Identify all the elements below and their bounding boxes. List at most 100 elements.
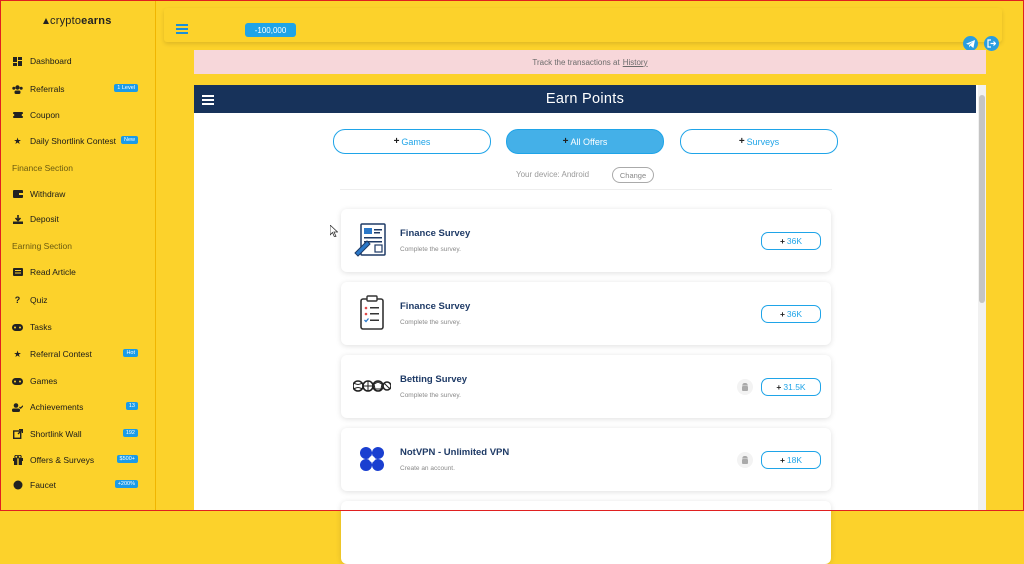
- divider: [340, 189, 832, 190]
- offer-description: Complete the survey.: [400, 319, 461, 326]
- offer-name: NotVPN - Unlimited VPN: [400, 447, 510, 458]
- logo-text-light: crypto: [50, 15, 82, 27]
- sidebar-item-faucet[interactable]: Faucet +200%: [12, 477, 152, 493]
- plus-icon: +: [779, 309, 785, 319]
- brand-logo[interactable]: cryptoearns: [43, 15, 112, 27]
- external-link-icon: [12, 429, 23, 440]
- scrollbar-thumb[interactable]: [979, 95, 985, 303]
- faucet-icon: [12, 480, 23, 491]
- notvpn-logo-icon: [353, 440, 391, 478]
- sidebar-item-read-article[interactable]: Read Article: [12, 264, 152, 280]
- badge: $500+: [116, 455, 138, 463]
- star-icon: ★: [13, 135, 22, 146]
- panel-title: Earn Points: [545, 91, 625, 107]
- tab-label: Surveys: [746, 136, 780, 147]
- badge: New: [120, 136, 138, 144]
- sidebar-item-referrals[interactable]: Referrals 1 Level: [12, 81, 152, 97]
- earn-points-panel: Earn Points + Games + All Offers + Surveys …: [194, 85, 986, 564]
- plus-icon: +: [393, 136, 400, 147]
- sidebar-item-offers-surveys[interactable]: Offers & Surveys $500+: [12, 452, 152, 468]
- offer-points-button[interactable]: +18K: [761, 451, 821, 469]
- sidebar-item-quiz[interactable]: ? Quiz: [12, 292, 152, 308]
- coupon-icon: [12, 110, 23, 121]
- offer-points-button[interactable]: +31.5K: [761, 378, 821, 396]
- user-check-icon: [12, 402, 23, 413]
- badge: 192: [122, 429, 138, 437]
- sidebar-item-dashboard[interactable]: Dashboard: [12, 53, 152, 69]
- tab-surveys[interactable]: + Surveys: [680, 129, 838, 154]
- tab-games[interactable]: + Games: [333, 129, 491, 154]
- sidebar-item-achievements[interactable]: Achievements 13: [12, 399, 152, 415]
- sidebar-item-daily-shortlink-contest[interactable]: ★ Daily Shortlink Contest New: [12, 133, 152, 149]
- badge: 1 Level: [114, 84, 138, 92]
- sports-balls-icon: [352, 367, 392, 405]
- sidebar-item-label: Faucet: [30, 480, 56, 490]
- offer-card[interactable]: NotVPN - Unlimited VPN Create an account…: [341, 428, 831, 491]
- device-text: Your device: Android: [516, 170, 590, 179]
- section-title-earning: Earning Section: [12, 241, 73, 251]
- android-icon: [737, 452, 753, 468]
- sidebar-item-label: Shortlink Wall: [30, 429, 82, 439]
- users-icon: [12, 84, 23, 95]
- offer-card[interactable]: Betting Survey Complete the survey. +31.…: [341, 355, 831, 418]
- sidebar-item-label: Deposit: [30, 214, 59, 224]
- logout-icon[interactable]: [984, 36, 999, 51]
- offer-description: Create an account.: [400, 465, 455, 472]
- offer-points: 18K: [786, 455, 803, 465]
- tab-all-offers[interactable]: + All Offers: [506, 129, 664, 154]
- sidebar-item-label: Read Article: [30, 267, 76, 277]
- menu-toggle-icon[interactable]: [176, 24, 188, 34]
- sidebar-item-label: Referral Contest: [30, 349, 92, 359]
- sidebar-item-label: Withdraw: [30, 189, 66, 199]
- sidebar-item-coupon[interactable]: Coupon: [12, 107, 152, 123]
- offer-points-button[interactable]: +36K: [761, 305, 821, 323]
- mouse-cursor-icon: [330, 225, 338, 237]
- plus-icon: +: [562, 136, 569, 147]
- sidebar-item-deposit[interactable]: Deposit: [12, 211, 152, 227]
- offer-card[interactable]: Finance Survey Complete the survey. +36K: [341, 282, 831, 345]
- plus-icon: +: [779, 236, 785, 246]
- scrollbar[interactable]: [978, 85, 986, 511]
- star-icon: ★: [13, 348, 22, 359]
- sidebar-item-label: Achievements: [30, 402, 84, 412]
- sidebar-item-label: Referrals: [30, 84, 65, 94]
- sidebar-item-label: Offers & Surveys: [30, 455, 95, 465]
- sidebar-item-label: Tasks: [30, 322, 52, 332]
- offer-name: Betting Survey: [400, 374, 468, 385]
- sidebar-item-label: Coupon: [30, 110, 60, 120]
- offer-points-button[interactable]: +36K: [761, 232, 821, 250]
- download-icon: [12, 214, 23, 225]
- history-link[interactable]: History: [623, 58, 648, 67]
- offer-name: Finance Survey: [400, 301, 471, 312]
- logo-text-bold: earns: [81, 15, 112, 27]
- sidebar-item-label: Quiz: [30, 295, 48, 305]
- offer-points: 31.5K: [783, 382, 806, 392]
- sidebar-item-withdraw[interactable]: Withdraw: [12, 186, 152, 202]
- article-icon: [12, 267, 23, 278]
- change-device-button[interactable]: Change: [612, 167, 654, 183]
- tab-label: All Offers: [570, 136, 608, 147]
- clipboard-checklist-icon: [353, 294, 391, 332]
- offer-description: Complete the survey.: [400, 392, 461, 399]
- telegram-icon[interactable]: [963, 36, 978, 51]
- android-icon: [737, 379, 753, 395]
- wallet-icon: [12, 189, 23, 200]
- dashboard-icon: [12, 56, 23, 67]
- gamepad-icon: [12, 376, 23, 387]
- offer-card[interactable]: Finance Survey Complete the survey. +36K: [341, 209, 831, 272]
- sidebar-item-tasks[interactable]: Tasks: [12, 319, 152, 335]
- sidebar-item-shortlink-wall[interactable]: Shortlink Wall 192: [12, 426, 152, 442]
- logo-triangle-icon: [43, 18, 49, 24]
- badge: +200%: [114, 480, 138, 488]
- sidebar-item-label: Games: [30, 376, 58, 386]
- gift-icon: [12, 455, 23, 466]
- sidebar-item-referral-contest[interactable]: ★ Referral Contest Hot: [12, 346, 152, 362]
- offer-points: 36K: [786, 309, 803, 319]
- sidebar-item-label: Daily Shortlink Contest: [30, 136, 116, 146]
- offer-card[interactable]: [341, 501, 831, 564]
- badge: Hot: [123, 349, 138, 357]
- plus-icon: +: [776, 382, 782, 392]
- balance-badge[interactable]: -100,000: [245, 23, 296, 37]
- gamepad-icon: [12, 322, 23, 333]
- sidebar-item-games[interactable]: Games: [12, 373, 152, 389]
